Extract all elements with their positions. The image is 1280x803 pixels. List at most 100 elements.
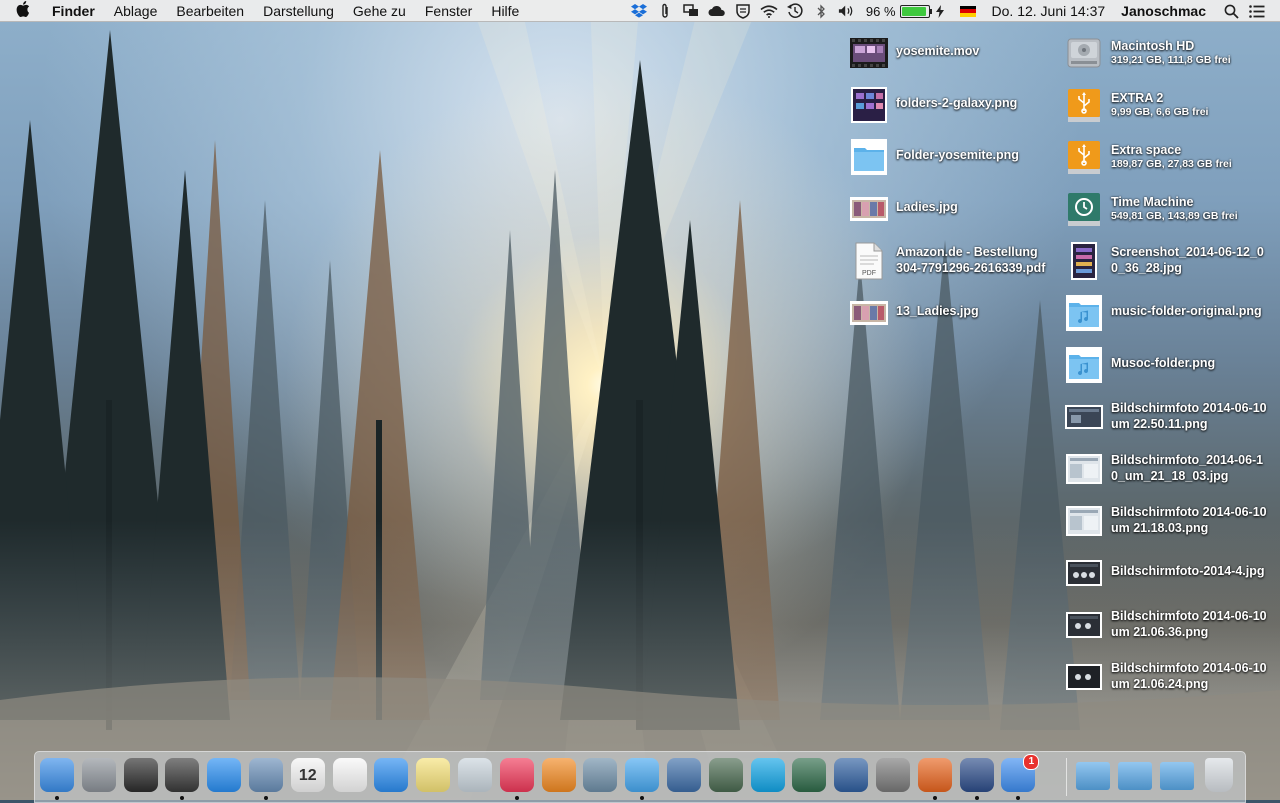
documents-folder-icon[interactable]: [1118, 762, 1152, 790]
downloads-folder-icon[interactable]: [1160, 762, 1194, 790]
menu-bearbeiten[interactable]: Bearbeiten: [176, 3, 244, 19]
volume-icon[interactable]: [838, 3, 856, 19]
desktop-item-folders-2-galaxy[interactable]: folders-2-galaxy.png: [850, 86, 1017, 124]
desktop-item-label-line2: 0_36_28.jpg: [1111, 261, 1182, 275]
fast-user-switch-name[interactable]: Janoschmac: [1121, 3, 1206, 19]
notes-icon[interactable]: [416, 758, 451, 792]
battery-icon[interactable]: [899, 4, 932, 18]
desktop-item-label: yosemite.mov: [896, 44, 980, 58]
messages-icon[interactable]: [625, 758, 660, 792]
image-capture-icon[interactable]: [583, 758, 618, 792]
ibooks-icon[interactable]: [541, 758, 576, 792]
desktop-item-label: Bildschirmfoto 2014-06-10 um 21.18.03.png: [1111, 504, 1267, 536]
image-thumbnail-icon: [850, 86, 888, 124]
time-machine-status-icon[interactable]: [786, 3, 804, 19]
app-store-icon[interactable]: [207, 758, 242, 792]
menu-ablage[interactable]: Ablage: [114, 3, 158, 19]
time-machine-icon[interactable]: [792, 758, 827, 792]
charging-bolt-icon: [935, 3, 944, 19]
system-preferences-icon[interactable]: [876, 758, 910, 792]
menu-darstellung[interactable]: Darstellung: [263, 3, 334, 19]
desktop-item-bildschirmfoto-22-50-11[interactable]: Bildschirmfoto 2014-06-10 um 22.50.11.png: [1065, 398, 1267, 436]
desktop-item-bildschirmfoto-2014-4[interactable]: Bildschirmfoto-2014-4.jpg: [1065, 554, 1265, 592]
desktop-item-bildschirmfoto-21-18-03-png[interactable]: Bildschirmfoto 2014-06-10 um 21.18.03.png: [1065, 502, 1267, 540]
desktop-item-folder-yosemite[interactable]: Folder-yosemite.png: [850, 138, 1019, 176]
desktop-item-bildschirmfoto-21-06-36[interactable]: Bildschirmfoto 2014-06-10 um 21.06.36.png: [1065, 606, 1267, 644]
image-thumbnail-icon: [850, 190, 888, 228]
calendar-date-label: 12: [298, 767, 317, 784]
music-folder-icon: [1065, 294, 1103, 332]
svg-text:PDF: PDF: [862, 270, 876, 277]
iphoto-icon[interactable]: [834, 758, 869, 792]
itunes-icon[interactable]: [499, 758, 534, 792]
desktop-item-yosemite-mov[interactable]: yosemite.mov: [850, 34, 979, 72]
shield-icon[interactable]: [734, 3, 752, 19]
desktop-item-label-line1: Bildschirmfoto 2014-06-10: [1111, 609, 1267, 623]
menu-app-finder[interactable]: Finder: [52, 3, 95, 19]
german-flag-input-icon[interactable]: [959, 5, 976, 17]
desktop-item-screenshot-jpg[interactable]: Screenshot_2014-06-12_0 0_36_28.jpg: [1065, 242, 1264, 280]
firefox-icon[interactable]: [917, 758, 952, 792]
pdf-document-icon: PDF: [850, 242, 888, 280]
desktop-item-label-line1: Bildschirmfoto 2014-06-10: [1111, 661, 1267, 675]
preview-icon[interactable]: [458, 758, 492, 792]
desktop-item-music-folder-original[interactable]: music-folder-original.png: [1065, 294, 1262, 332]
menu-bar-clock[interactable]: Do. 12. Juni 14:37: [992, 3, 1106, 19]
menu-fenster[interactable]: Fenster: [425, 3, 472, 19]
reminders-icon[interactable]: [332, 758, 367, 792]
desktop-item-bildschirmfoto-21-06-24[interactable]: Bildschirmfoto 2014-06-10 um 21.06.24.png: [1065, 658, 1267, 696]
calendar-icon[interactable]: 12: [290, 758, 325, 792]
desktop-item-13-ladies-jpg[interactable]: 13_Ladies.jpg: [850, 294, 979, 332]
paperclip-icon[interactable]: [656, 3, 674, 19]
launchpad-icon[interactable]: [81, 758, 116, 792]
desktop-item-label: Bildschirmfoto-2014-4.jpg: [1111, 564, 1265, 578]
notification-center-icon[interactable]: [1248, 3, 1266, 19]
camino-icon[interactable]: [959, 758, 994, 792]
desktop-item-label: Amazon.de - Bestellung 304-7791296-261633…: [896, 244, 1045, 276]
spotlight-search-icon[interactable]: [1222, 3, 1240, 19]
screenshot-thumbnail-icon: [1065, 398, 1103, 436]
trash-icon[interactable]: [1205, 758, 1233, 792]
movie-thumbnail-icon: [850, 34, 888, 72]
finder-icon[interactable]: [40, 758, 74, 792]
volume-name: Extra space: [1111, 143, 1182, 157]
time-machine-drive-icon: [1065, 190, 1103, 228]
desktop-item-label: Screenshot_2014-06-12_0 0_36_28.jpg: [1111, 244, 1264, 276]
desktop-item-label-line1: Amazon.de - Bestellung: [896, 245, 1038, 259]
desktop-item-label-line1: Bildschirmfoto 2014-06-10: [1111, 505, 1267, 519]
applications-folder-icon[interactable]: [1076, 762, 1110, 790]
desktop-item-musoc-folder[interactable]: Musoc-folder.png: [1065, 346, 1215, 384]
desktop-item-label: folders-2-galaxy.png: [896, 96, 1018, 110]
desktop-item-extra-space[interactable]: Extra space 189,87 GB, 27,83 GB frei: [1065, 138, 1232, 176]
desktop-item-ladies-jpg[interactable]: Ladies.jpg: [850, 190, 958, 228]
icloud-icon[interactable]: [708, 3, 726, 19]
apple-menu-icon[interactable]: [16, 0, 38, 21]
photo-booth-icon[interactable]: [708, 758, 743, 792]
desktop-item-label: Ladies.jpg: [896, 200, 958, 214]
downloads-icon[interactable]: 1: [1001, 754, 1040, 792]
desktop-item-time-machine[interactable]: Time Machine 549,81 GB, 143,89 GB frei: [1065, 190, 1238, 228]
bluetooth-icon[interactable]: [812, 3, 830, 19]
desktop-item-label: music-folder-original.png: [1111, 304, 1262, 318]
desktop-item-extra-2[interactable]: EXTRA 2 9,99 GB, 6,6 GB frei: [1065, 86, 1208, 124]
skype-icon[interactable]: [750, 758, 785, 792]
screen-mirror-icon[interactable]: [682, 3, 700, 19]
running-indicator: [640, 796, 645, 800]
mission-control-icon[interactable]: [123, 758, 158, 792]
safari-icon[interactable]: [374, 758, 409, 792]
quicktime-icon[interactable]: [667, 758, 701, 792]
screenshot-thumbnail-icon: [1065, 554, 1103, 592]
desktop-item-macintosh-hd[interactable]: Macintosh HD 319,21 GB, 111,8 GB frei: [1065, 34, 1231, 72]
mail-icon[interactable]: [249, 758, 283, 792]
volume-capacity: 189,87 GB, 27,83 GB frei: [1111, 158, 1232, 170]
menu-gehe-zu[interactable]: Gehe zu: [353, 3, 406, 19]
dropbox-icon[interactable]: [630, 3, 648, 19]
dashboard-icon[interactable]: [165, 758, 200, 792]
desktop-item-bildschirmfoto-21-18-03-jpg[interactable]: Bildschirmfoto_2014-06-1 0_um_21_18_03.jp…: [1065, 450, 1263, 488]
desktop-item-amazon-pdf[interactable]: PDF Amazon.de - Bestellung 304-7791296-26…: [850, 242, 1045, 280]
battery-percentage[interactable]: 96 %: [866, 4, 896, 19]
desktop-item-label-line1: Bildschirmfoto_2014-06-1: [1111, 453, 1264, 467]
wifi-icon[interactable]: [760, 3, 778, 19]
desktop-item-label: Bildschirmfoto_2014-06-1 0_um_21_18_03.jp…: [1111, 452, 1263, 484]
menu-hilfe[interactable]: Hilfe: [491, 3, 519, 19]
